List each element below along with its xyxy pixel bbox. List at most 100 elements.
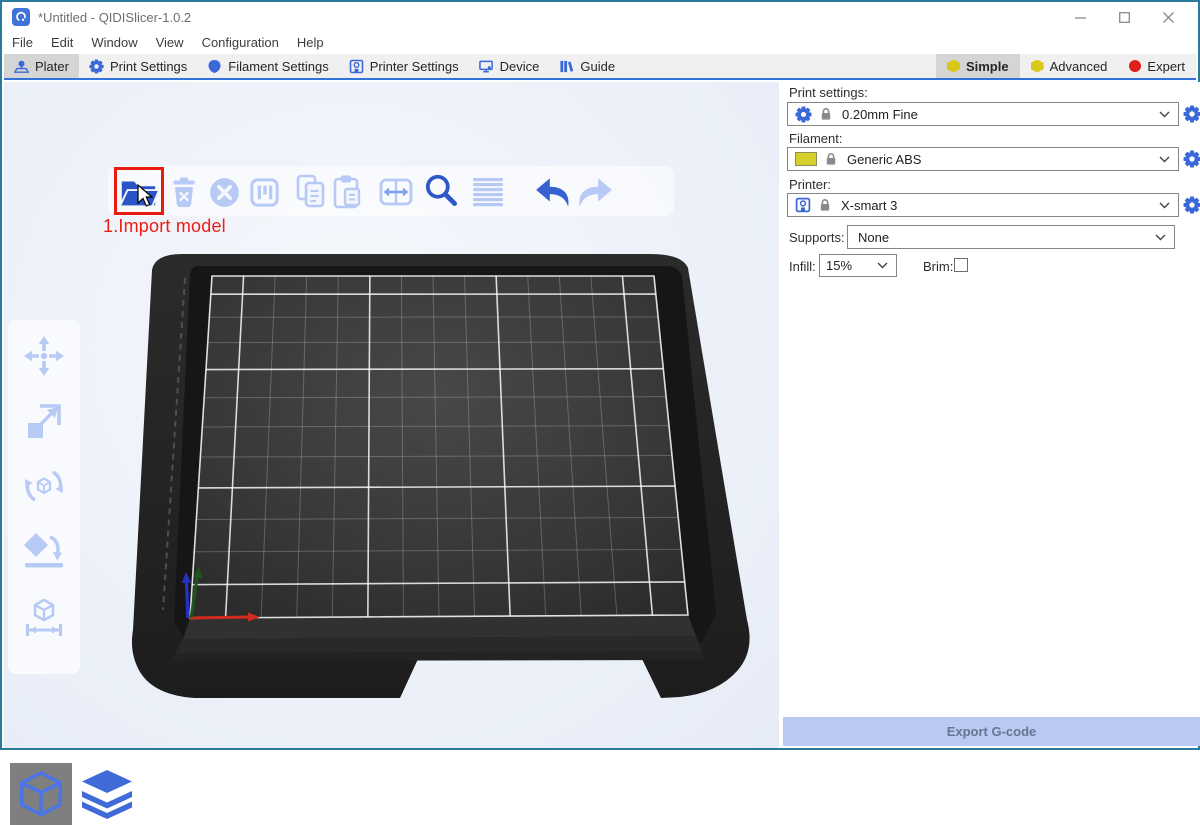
- gizmo-toolbar: [8, 320, 80, 674]
- infill-label: Infill:: [789, 259, 816, 274]
- chevron-down-icon: [877, 262, 888, 269]
- menu-help[interactable]: Help: [288, 31, 333, 54]
- tab-plater-label: Plater: [35, 59, 69, 74]
- print-settings-combo[interactable]: 0.20mm Fine: [787, 102, 1179, 126]
- tab-print-settings[interactable]: Print Settings: [79, 54, 197, 78]
- mode-simple[interactable]: Simple: [936, 54, 1020, 78]
- cube-view-icon: [15, 768, 67, 820]
- move-tool[interactable]: [21, 330, 67, 382]
- tab-guide-label: Guide: [580, 59, 615, 74]
- infill-value: 15%: [826, 258, 852, 273]
- printer-combo[interactable]: X-smart 3: [787, 193, 1179, 217]
- preview-view-button[interactable]: [76, 766, 138, 824]
- search-icon: [421, 171, 463, 213]
- menu-edit[interactable]: Edit: [42, 31, 82, 54]
- tab-guide[interactable]: Guide: [549, 54, 625, 78]
- delete-button[interactable]: [162, 170, 206, 214]
- arrange-button[interactable]: [242, 170, 286, 214]
- print-settings-value: 0.20mm Fine: [842, 107, 918, 122]
- chevron-down-icon: [1159, 111, 1170, 118]
- scale-icon: [22, 399, 66, 443]
- mode-expert[interactable]: Expert: [1118, 54, 1196, 78]
- title-bar: *Untitled - QIDISlicer-1.0.2: [4, 4, 1196, 30]
- app-logo-icon: [12, 8, 30, 26]
- mouse-cursor: [137, 184, 154, 208]
- variable-layers-button[interactable]: [466, 170, 510, 214]
- printer-label: Printer:: [789, 177, 831, 192]
- viewport-3d[interactable]: 1.Import model: [4, 82, 779, 748]
- menu-view[interactable]: View: [147, 31, 193, 54]
- layers-view-icon: [79, 768, 135, 822]
- brim-label: Brim:: [923, 259, 953, 274]
- chevron-down-icon: [1159, 156, 1170, 163]
- arrange-icon: [247, 175, 282, 210]
- device-icon: [479, 59, 494, 74]
- measure-tool[interactable]: [21, 590, 67, 642]
- export-gcode-label: Export G-code: [947, 724, 1037, 739]
- tab-plater[interactable]: Plater: [4, 54, 79, 78]
- filament-value: Generic ABS: [847, 152, 921, 167]
- export-gcode-button[interactable]: Export G-code: [783, 717, 1200, 746]
- mode-expert-label: Expert: [1147, 59, 1185, 74]
- menu-configuration[interactable]: Configuration: [193, 31, 288, 54]
- maximize-button[interactable]: [1102, 4, 1146, 30]
- tab-printer-settings[interactable]: Printer Settings: [339, 54, 469, 78]
- paste-icon: [328, 172, 368, 212]
- supports-value: None: [858, 230, 889, 245]
- tab-printer-settings-label: Printer Settings: [370, 59, 459, 74]
- simple-mode-icon: [947, 60, 960, 73]
- window-title: *Untitled - QIDISlicer-1.0.2: [38, 10, 191, 25]
- gear-icon: [89, 59, 104, 74]
- delete-all-button[interactable]: [202, 170, 246, 214]
- place-on-face-icon: [22, 529, 66, 573]
- close-button[interactable]: [1146, 4, 1190, 30]
- gear-icon: [795, 106, 812, 123]
- undo-button[interactable]: [532, 170, 576, 214]
- filament-gear-button[interactable]: [1183, 150, 1200, 168]
- print-settings-gear-button[interactable]: [1183, 105, 1200, 123]
- mode-switcher: Simple Advanced Expert: [936, 54, 1196, 78]
- delete-trash-icon: [166, 174, 202, 210]
- infill-combo[interactable]: 15%: [819, 254, 897, 277]
- printer-icon: [795, 197, 811, 213]
- tab-device[interactable]: Device: [469, 54, 550, 78]
- editor-view-button[interactable]: [10, 763, 72, 825]
- lock-icon: [820, 107, 832, 121]
- printer-gear-button[interactable]: [1183, 196, 1200, 214]
- split-view-button[interactable]: [374, 170, 418, 214]
- filament-combo[interactable]: Generic ABS: [787, 147, 1179, 171]
- printer-value: X-smart 3: [841, 198, 897, 213]
- tab-device-label: Device: [500, 59, 540, 74]
- mode-advanced-label: Advanced: [1050, 59, 1108, 74]
- split-view-icon: [376, 172, 416, 212]
- brim-checkbox[interactable]: [954, 258, 968, 272]
- search-button[interactable]: [420, 170, 464, 214]
- expert-mode-icon: [1129, 60, 1141, 72]
- supports-label: Supports:: [789, 230, 845, 245]
- menu-window[interactable]: Window: [82, 31, 146, 54]
- supports-combo[interactable]: None: [847, 225, 1175, 249]
- tab-bar: Plater Print Settings Filament Settings …: [4, 54, 1196, 80]
- tab-print-settings-label: Print Settings: [110, 59, 187, 74]
- delete-all-icon: [206, 174, 243, 211]
- paste-button[interactable]: [326, 170, 370, 214]
- filament-icon: [207, 59, 222, 74]
- filament-color-swatch: [795, 152, 817, 166]
- import-annotation: 1.Import model: [103, 216, 226, 237]
- plater-icon: [14, 59, 29, 74]
- rotate-tool[interactable]: [21, 460, 67, 512]
- mode-advanced[interactable]: Advanced: [1020, 54, 1119, 78]
- tab-filament-settings[interactable]: Filament Settings: [197, 54, 338, 78]
- lock-icon: [819, 198, 831, 212]
- menu-file[interactable]: File: [4, 31, 42, 54]
- minimize-button[interactable]: [1058, 4, 1102, 30]
- axes-indicator: [182, 566, 260, 622]
- layer-list-icon: [468, 172, 508, 212]
- place-on-face-tool[interactable]: [21, 525, 67, 577]
- redo-button[interactable]: [572, 170, 616, 214]
- mode-simple-label: Simple: [966, 59, 1009, 74]
- move-icon: [22, 334, 66, 378]
- printer-icon: [349, 59, 364, 74]
- scale-tool[interactable]: [21, 395, 67, 447]
- print-settings-label: Print settings:: [789, 85, 868, 100]
